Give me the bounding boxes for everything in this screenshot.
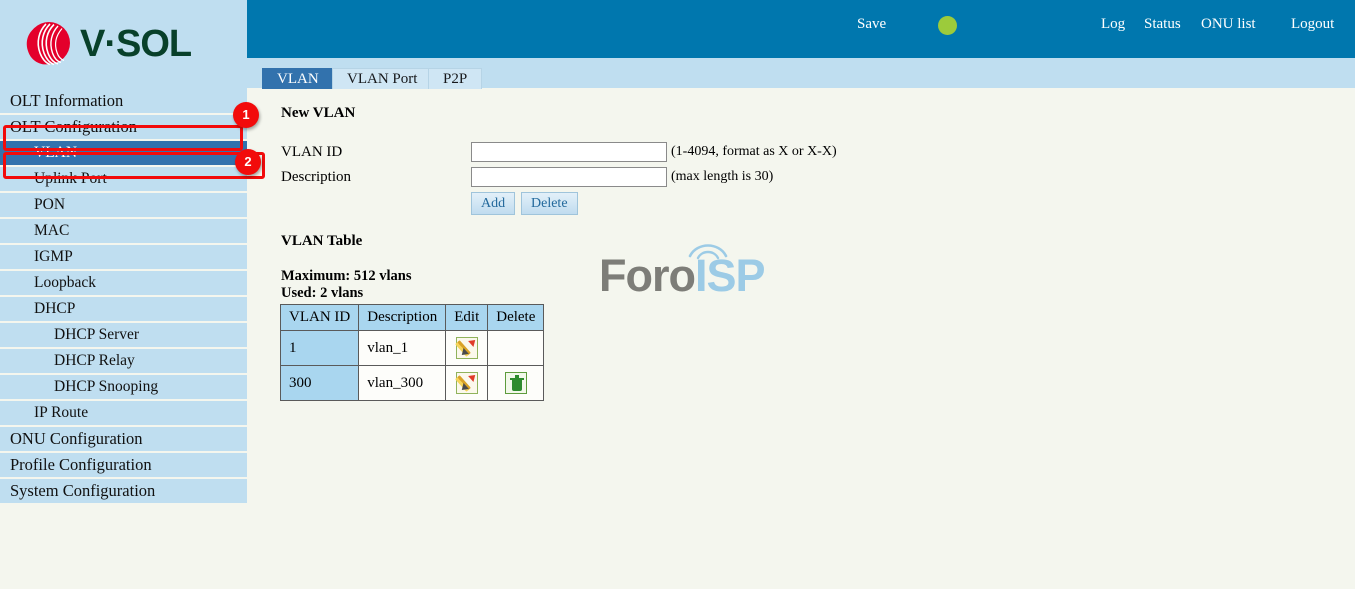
logout-link[interactable]: Logout	[1291, 16, 1334, 33]
new-vlan-heading: New VLAN	[281, 105, 356, 121]
sidebar-item-onu-configuration[interactable]: ONU Configuration	[0, 427, 247, 453]
column-header-edit: Edit	[445, 304, 489, 331]
edit-pencil-icon[interactable]	[454, 372, 478, 394]
table-row: 300 vlan_300	[279, 365, 545, 401]
wifi-arc-icon	[688, 244, 728, 260]
vsol-swoosh-icon	[20, 17, 74, 71]
status-link[interactable]: Status	[1144, 16, 1181, 33]
delete-button[interactable]: Delete	[521, 192, 578, 215]
vlan-id-label: VLAN ID	[281, 144, 343, 160]
brand-logo[interactable]: V·SOL	[20, 17, 192, 71]
table-row: 1 vlan_1	[279, 330, 545, 366]
sidebar-item-loopback[interactable]: Loopback	[0, 271, 247, 297]
log-link[interactable]: Log	[1101, 16, 1125, 33]
sidebar-item-dhcp-server[interactable]: DHCP Server	[0, 323, 247, 349]
watermark-foro: Foro	[599, 250, 696, 301]
vlan-id-input[interactable]	[471, 142, 667, 162]
column-header-vlan-id: VLAN ID	[279, 304, 360, 331]
cell-vlan-id: 1	[279, 330, 360, 366]
cell-edit	[445, 330, 489, 366]
vlan-table-heading: VLAN Table	[281, 233, 363, 249]
sidebar-menu: OLT Information OLT Configuration VLAN U…	[0, 89, 247, 505]
sidebar-item-igmp[interactable]: IGMP	[0, 245, 247, 271]
sidebar-item-uplink-port[interactable]: Uplink Port	[0, 167, 247, 193]
sidebar-item-profile-configuration[interactable]: Profile Configuration	[0, 453, 247, 479]
annotation-badge-1: 1	[233, 102, 259, 128]
onu-list-link[interactable]: ONU list	[1201, 16, 1256, 33]
sidebar-item-ip-route[interactable]: IP Route	[0, 401, 247, 427]
column-header-description: Description	[358, 304, 447, 331]
column-header-delete: Delete	[487, 304, 545, 331]
sidebar-item-olt-information[interactable]: OLT Information	[0, 89, 247, 115]
tab-vlan[interactable]: VLAN	[262, 68, 334, 89]
delete-trash-icon[interactable]	[504, 372, 527, 394]
sidebar: V·SOL OLT Information OLT Configuration …	[0, 0, 247, 589]
main-content: New VLAN VLAN ID (1-4094, format as X or…	[247, 88, 1355, 589]
save-button[interactable]: Save	[857, 16, 886, 33]
sidebar-item-dhcp-snooping[interactable]: DHCP Snooping	[0, 375, 247, 401]
add-button[interactable]: Add	[471, 192, 516, 215]
maximum-vlans-text: Maximum: 512 vlans	[281, 268, 412, 284]
sidebar-item-olt-configuration[interactable]: OLT Configuration	[0, 115, 247, 141]
top-navigation-bar: Save Log Status ONU list Logout	[247, 0, 1355, 58]
sidebar-item-vlan[interactable]: VLAN	[0, 141, 247, 167]
annotation-badge-2: 2	[235, 149, 261, 175]
cell-delete	[487, 330, 545, 366]
cell-vlan-id: 300	[279, 365, 360, 401]
description-input[interactable]	[471, 167, 667, 187]
vlan-table: VLAN ID Description Edit Delete 1 vlan_1…	[279, 304, 545, 401]
tab-p2p[interactable]: P2P	[428, 68, 483, 89]
sidebar-item-system-configuration[interactable]: System Configuration	[0, 479, 247, 505]
tab-bar: VLAN VLAN Port P2P	[247, 58, 1355, 89]
brand-name: V·SOL	[80, 23, 192, 65]
sidebar-item-pon[interactable]: PON	[0, 193, 247, 219]
sidebar-item-mac[interactable]: MAC	[0, 219, 247, 245]
sidebar-item-dhcp-relay[interactable]: DHCP Relay	[0, 349, 247, 375]
cell-description: vlan_1	[358, 330, 447, 366]
tab-vlan-port[interactable]: VLAN Port	[332, 68, 433, 89]
description-label: Description	[281, 169, 351, 185]
edit-pencil-icon[interactable]	[454, 337, 478, 359]
cell-delete	[487, 365, 545, 401]
brand-header: V·SOL	[0, 0, 247, 89]
cell-edit	[445, 365, 489, 401]
used-vlans-text: Used: 2 vlans	[281, 285, 364, 301]
vlan-id-hint: (1-4094, format as X or X-X)	[671, 144, 837, 159]
status-indicator-green-icon	[938, 16, 957, 35]
foroisp-watermark: ForoISP	[599, 244, 766, 301]
table-header-row: VLAN ID Description Edit Delete	[279, 304, 545, 331]
cell-description: vlan_300	[358, 365, 447, 401]
description-hint: (max length is 30)	[671, 169, 774, 184]
sidebar-item-dhcp[interactable]: DHCP	[0, 297, 247, 323]
